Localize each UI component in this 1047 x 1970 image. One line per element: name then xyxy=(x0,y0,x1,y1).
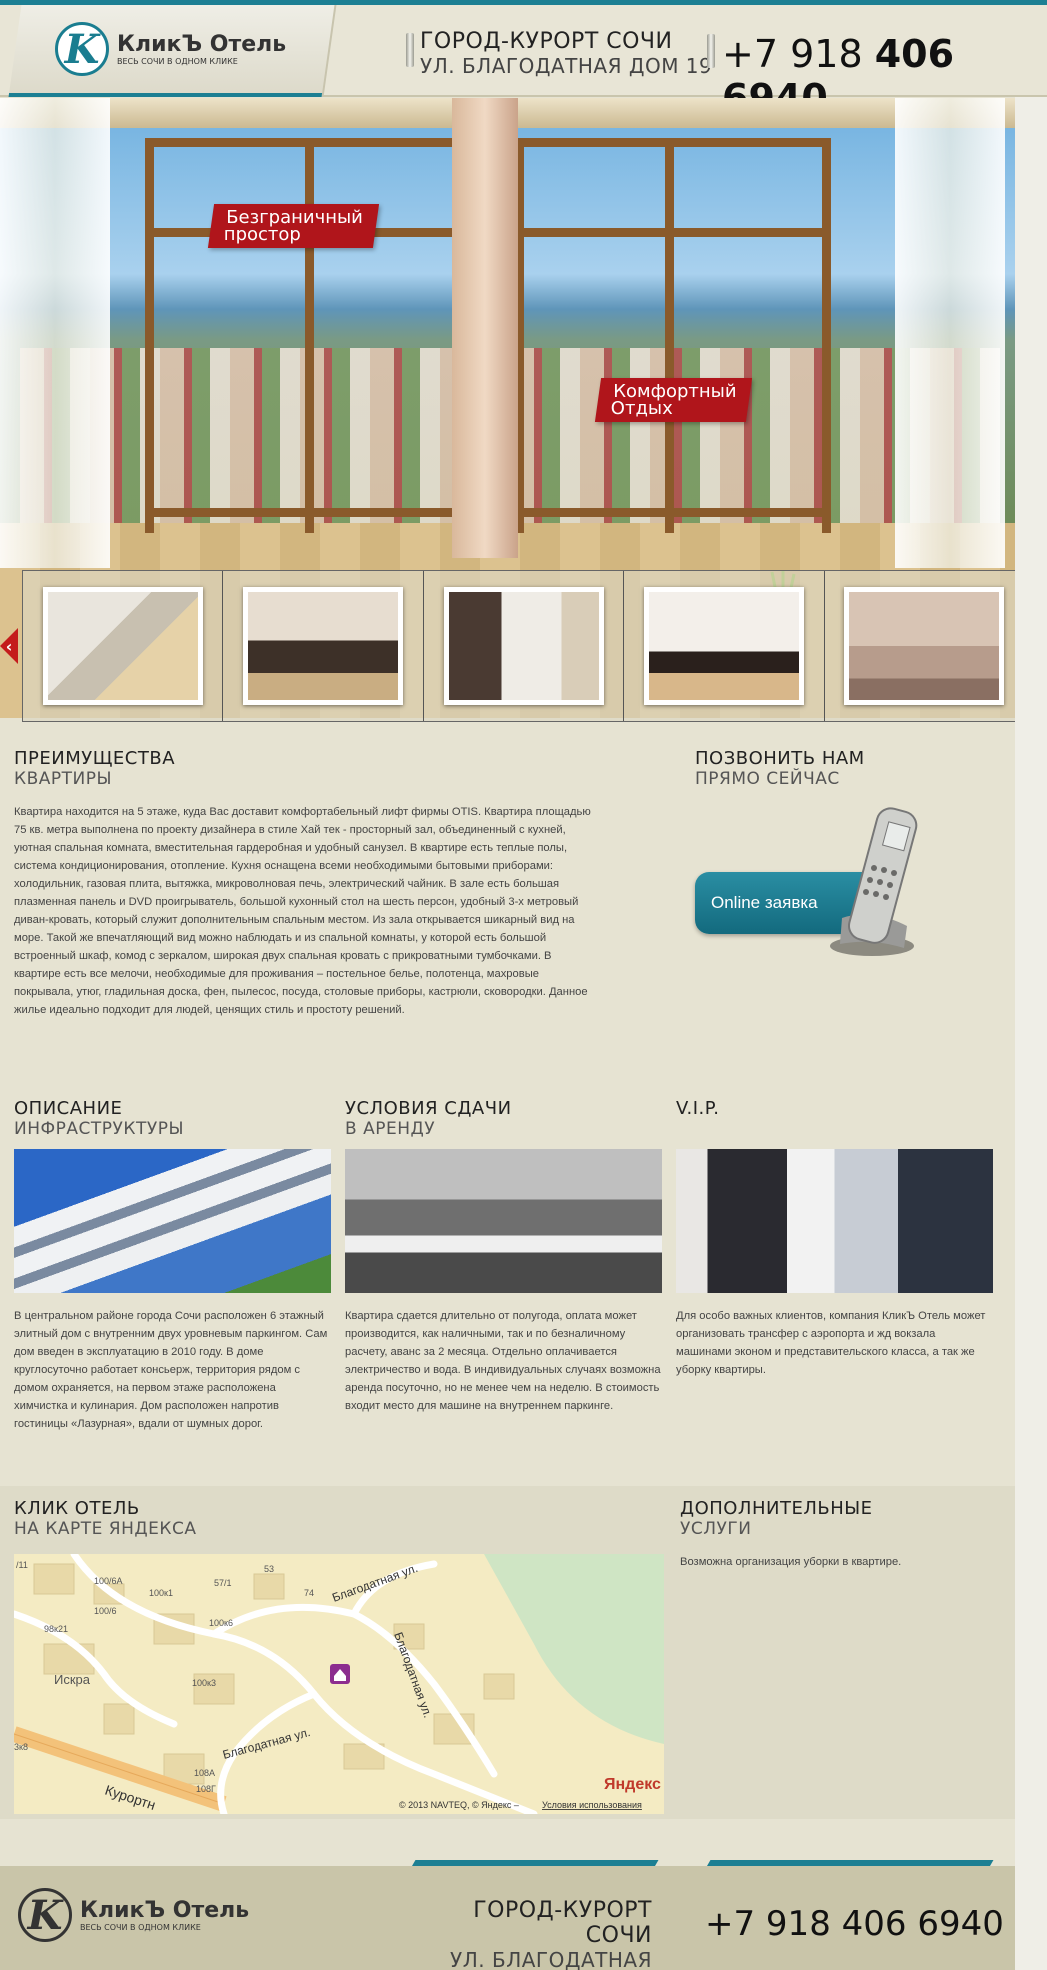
left-curtain xyxy=(0,98,110,568)
logo[interactable]: K КликЪ Отель Весь Сочи в одном клике xyxy=(55,22,286,76)
right-curtain xyxy=(895,98,1005,568)
section-title: ОПИСАНИЕ xyxy=(14,1098,123,1119)
section-subtitle: ИНФРАСТРУКТУРЫ xyxy=(14,1119,184,1139)
map-house-label: 100/6 xyxy=(94,1606,117,1616)
infrastructure-text: В центральном районе города Сочи располо… xyxy=(14,1310,328,1430)
map-house-label: 3к8 xyxy=(14,1742,28,1752)
thumbnail-slot[interactable] xyxy=(23,571,224,721)
logo-tagline: Весь Сочи в одном клике xyxy=(117,57,238,66)
map-house-label: 53 xyxy=(264,1564,274,1574)
tag-line: Отдых xyxy=(610,398,673,419)
call-section: ПОЗВОНИТЬ НАМ ПРЯМО СЕЙЧАС xyxy=(695,748,995,789)
bedroom-thumbnail[interactable] xyxy=(844,587,1005,705)
map-heading: КЛИК ОТЕЛЬ НА КАРТЕ ЯНДЕКСА xyxy=(14,1498,414,1539)
thumbnail-slot[interactable] xyxy=(424,571,625,721)
section-title: ПОЗВОНИТЬ НАМ xyxy=(695,748,865,769)
tv-area-thumbnail[interactable] xyxy=(443,587,604,705)
living-room-thumbnail[interactable] xyxy=(42,587,203,705)
section-title: ПРЕИМУЩЕСТВА xyxy=(14,748,176,769)
map-house-label: 100к1 xyxy=(149,1588,173,1598)
section-title: КЛИК ОТЕЛЬ xyxy=(14,1498,140,1519)
infrastructure-section: ОПИСАНИЕ ИНФРАСТРУКТУРЫ В центральном ра… xyxy=(14,1098,331,1433)
map-house-label: 100к6 xyxy=(209,1618,233,1628)
advantages-section: ПРЕИМУЩЕСТВА КВАРТИРЫ Квартира находится… xyxy=(14,748,594,1019)
tag-line: простор xyxy=(223,224,301,245)
thumbnail-slot[interactable] xyxy=(223,571,424,721)
map-house-label: 108А xyxy=(194,1768,215,1778)
section-title: V.I.P. xyxy=(676,1098,720,1119)
dining-table-thumbnail[interactable] xyxy=(243,587,404,705)
rent-section: УСЛОВИЯ СДАЧИ В АРЕНДУ Квартира сдается … xyxy=(345,1098,662,1415)
thumbnail-slot[interactable] xyxy=(624,571,825,721)
map-copyright: © 2013 NAVTEQ, © Яндекс – xyxy=(399,1800,519,1810)
right-edge-strip xyxy=(1015,97,1047,1970)
window-frame xyxy=(822,138,831,533)
address-street: УЛ. БЛАГОДАТНАЯ ДОМ 19 xyxy=(420,54,713,78)
window-frame xyxy=(145,138,154,533)
yandex-logo: Яндекс xyxy=(604,1776,661,1793)
phone-prefix: +7 918 xyxy=(722,32,863,76)
map-marker-icon[interactable] xyxy=(330,1664,350,1684)
logo-k-icon: K xyxy=(55,22,109,76)
yandex-map[interactable]: Благодатная ул. Благодатная ул. Благодат… xyxy=(14,1554,664,1814)
business-people-photo xyxy=(676,1149,993,1293)
footer: K КликЪ Отель Весь Сочи в одном клике ГО… xyxy=(0,1866,1015,1970)
footer-address-city: ГОРОД-КУРОРТ СОЧИ xyxy=(473,1898,652,1948)
pillar xyxy=(452,98,518,558)
advantages-text: Квартира находится на 5 этаже, куда Вас … xyxy=(14,806,591,1016)
map-house-label: /11 xyxy=(16,1560,28,1570)
window-frame xyxy=(305,138,314,533)
map-house-label: 108Г xyxy=(196,1784,216,1794)
map-house-label: 100к3 xyxy=(192,1678,216,1688)
address-divider xyxy=(406,33,414,67)
building-photo xyxy=(14,1149,331,1293)
thumbnail-slot[interactable] xyxy=(825,571,1024,721)
extra-services-section: ДОПОЛНИТЕЛЬНЫЕ УСЛУГИ Возможна организац… xyxy=(680,1498,1000,1571)
parking-photo xyxy=(345,1149,662,1293)
section-subtitle: ПРЯМО СЕЙЧАС xyxy=(695,769,840,789)
section-title: ДОПОЛНИТЕЛЬНЫЕ xyxy=(680,1498,873,1519)
cordless-phone-icon xyxy=(830,807,918,956)
hero-tag-comfort: Комфортный Отдых xyxy=(594,378,753,422)
extra-services-text: Возможна организация уборки в квартире. xyxy=(680,1556,902,1568)
header: K КликЪ Отель Весь Сочи в одном клике ГО… xyxy=(0,5,1047,120)
section-subtitle: УСЛУГИ xyxy=(680,1519,752,1539)
map-canvas[interactable]: Благодатная ул. Благодатная ул. Благодат… xyxy=(14,1554,664,1814)
phone-divider xyxy=(707,34,715,68)
map-house-label: 98к21 xyxy=(44,1624,68,1634)
map-terms-link[interactable]: Условия использования xyxy=(542,1800,642,1810)
footer-logo[interactable]: K КликЪ Отель Весь Сочи в одном клике xyxy=(18,1888,249,1942)
map-house-label: 74 xyxy=(304,1588,314,1598)
footer-address: ГОРОД-КУРОРТ СОЧИ УЛ. БЛАГОДАТНАЯ ДОМ 19 xyxy=(410,1898,652,1970)
hallway-chairs-thumbnail[interactable] xyxy=(643,587,804,705)
thumbnail-strip xyxy=(22,570,1025,722)
footer-logo-tagline: Весь Сочи в одном клике xyxy=(80,1923,201,1932)
header-address: ГОРОД-КУРОРТ СОЧИ УЛ. БЛАГОДАТНАЯ ДОМ 19 xyxy=(406,29,713,78)
map-house-label: 57/1 xyxy=(214,1578,232,1588)
section-subtitle: НА КАРТЕ ЯНДЕКСА xyxy=(14,1519,197,1539)
footer-phone[interactable]: +7 918 406 6940 xyxy=(705,1904,1004,1944)
footer-address-street: УЛ. БЛАГОДАТНАЯ ДОМ 19 xyxy=(450,1948,652,1970)
address-city: ГОРОД-КУРОРТ СОЧИ xyxy=(420,29,673,54)
footer-logo-k-icon: K xyxy=(18,1888,72,1942)
logo-name: КликЪ Отель xyxy=(117,32,287,57)
footer-logo-name: КликЪ Отель xyxy=(80,1898,250,1923)
vip-text: Для особо важных клиентов, компания Клик… xyxy=(676,1310,986,1376)
vip-section: V.I.P. Для особо важных клиентов, компан… xyxy=(676,1098,993,1379)
section-subtitle: В АРЕНДУ xyxy=(345,1119,436,1139)
map-house-label: 100/6А xyxy=(94,1576,123,1586)
section-subtitle: КВАРТИРЫ xyxy=(14,769,112,789)
hero-tag-space: Безграничный простор xyxy=(207,204,379,248)
window-frame xyxy=(665,138,674,533)
map-district-label: Искра xyxy=(54,1672,91,1687)
rent-text: Квартира сдается длительно от полугода, … xyxy=(345,1310,661,1412)
section-title: УСЛОВИЯ СДАЧИ xyxy=(345,1098,512,1119)
